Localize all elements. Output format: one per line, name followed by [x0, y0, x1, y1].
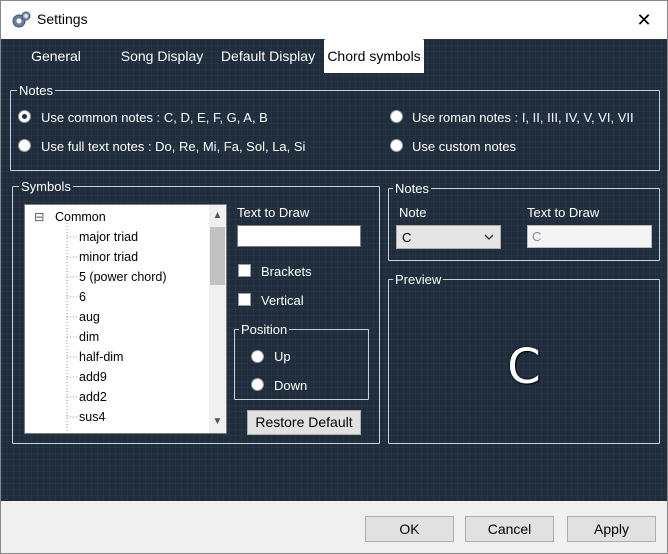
radio-roman-notes[interactable] — [390, 110, 403, 123]
note-select-value: C — [402, 230, 412, 245]
note-text-input[interactable]: C — [527, 225, 652, 248]
apply-button[interactable]: Apply — [567, 516, 656, 542]
close-button[interactable]: ✕ — [621, 1, 667, 39]
vertical-label: Vertical — [261, 293, 304, 308]
tab-song-display[interactable]: Song Display — [117, 39, 207, 73]
scroll-down-icon[interactable]: ▼ — [209, 413, 226, 430]
tab-bar: General Song Display Default Display Cho… — [1, 39, 667, 73]
settings-window: Settings ✕ General Song Display Default … — [0, 0, 668, 554]
cancel-button[interactable]: Cancel — [465, 516, 554, 542]
restore-default-button[interactable]: Restore Default — [247, 410, 361, 435]
symbol-text-input[interactable] — [237, 225, 361, 247]
tab-chord-symbols[interactable]: Chord symbols — [324, 39, 424, 73]
radio-custom-notes[interactable] — [390, 139, 403, 152]
note-label: Note — [399, 205, 427, 220]
scroll-thumb[interactable] — [210, 227, 225, 285]
chevron-down-icon — [484, 234, 494, 240]
radio-position-up[interactable] — [251, 350, 264, 363]
vertical-checkbox[interactable] — [238, 293, 251, 306]
label-position-up: Up — [274, 349, 291, 364]
brackets-label: Brackets — [261, 264, 312, 279]
radio-position-down[interactable] — [251, 378, 264, 391]
brackets-checkbox[interactable] — [238, 264, 251, 277]
radio-common-notes[interactable] — [18, 110, 31, 123]
label-roman-notes: Use roman notes : I, II, III, IV, V, VI,… — [412, 110, 634, 125]
radio-full-text-notes[interactable] — [18, 139, 31, 152]
preview-legend: Preview — [395, 272, 442, 287]
note-select[interactable]: C — [396, 225, 501, 249]
title-bar: Settings ✕ — [1, 1, 667, 39]
tab-general[interactable]: General — [15, 39, 97, 73]
notes-group-legend: Notes — [19, 83, 53, 98]
window-title: Settings — [37, 11, 88, 27]
position-group-legend: Position — [241, 322, 288, 337]
preview-chord-glyph: C — [507, 339, 541, 395]
text-to-draw-label: Text to Draw — [237, 205, 310, 220]
scroll-up-icon[interactable]: ▲ — [209, 207, 226, 224]
symbols-group-legend: Symbols — [21, 179, 71, 194]
tree-lines — [66, 223, 77, 433]
tree-scrollbar[interactable]: ▲ ▼ — [209, 205, 226, 433]
ok-button[interactable]: OK — [365, 516, 454, 542]
tab-default-display[interactable]: Default Display — [217, 39, 319, 73]
symbols-tree[interactable]: ⊟ Common major triad minor triad 5 (powe… — [24, 204, 227, 434]
notes-panel-legend: Notes — [395, 181, 429, 196]
close-icon: ✕ — [636, 9, 652, 30]
notes-panel-group: Notes — [388, 181, 660, 261]
label-position-down: Down — [274, 378, 308, 393]
label-full-text-notes: Use full text notes : Do, Re, Mi, Fa, So… — [41, 139, 306, 154]
label-custom-notes: Use custom notes — [412, 139, 517, 154]
gear-icon — [12, 11, 31, 28]
label-common-notes: Use common notes : C, D, E, F, G, A, B — [41, 110, 268, 125]
notes-group: Notes — [10, 83, 660, 171]
note-text-to-draw-label: Text to Draw — [527, 205, 600, 220]
